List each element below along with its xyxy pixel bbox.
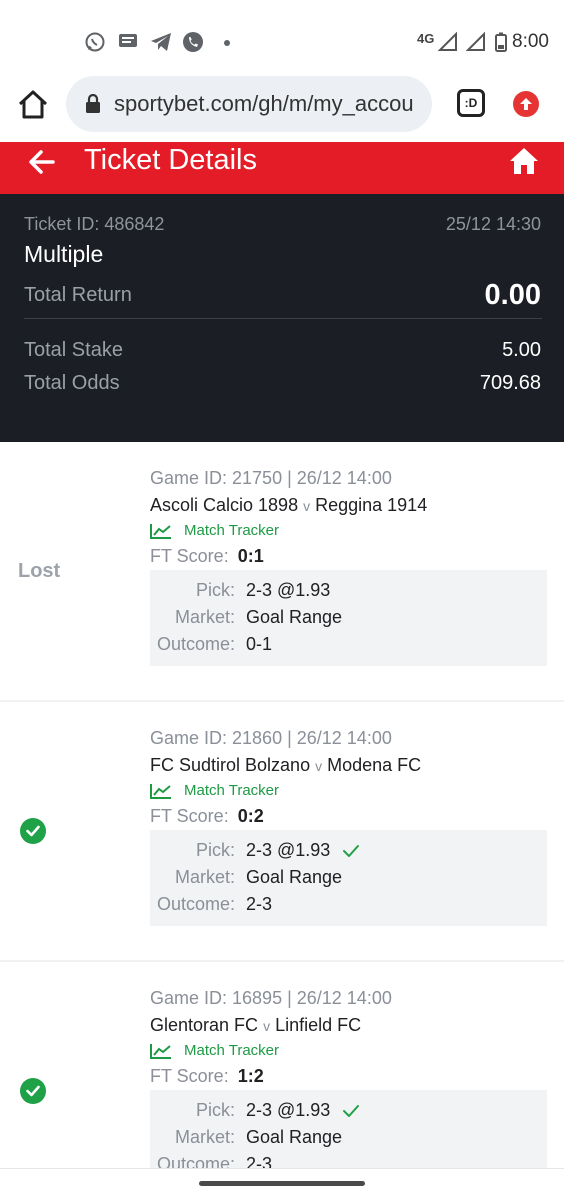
outcome-label: Outcome:	[156, 894, 235, 914]
match-tracker-link[interactable]: Match Tracker	[150, 782, 279, 799]
match-tracker-link[interactable]: Match Tracker	[150, 1042, 279, 1059]
chart-icon	[150, 1043, 171, 1059]
won-check-icon	[20, 1078, 46, 1104]
match-tracker-label: Match Tracker	[184, 782, 280, 799]
pick-value: 2-3 @1.93	[246, 1100, 331, 1120]
outcome-value: 2-3	[246, 894, 273, 914]
bet-item[interactable]: Game ID: 21860 | 26/12 14:00 FC Sudtirol…	[0, 702, 564, 962]
address-bar[interactable]: sportybet.com/gh/m/my_accou	[66, 76, 432, 132]
match-tracker-link[interactable]: Match Tracker	[150, 522, 279, 539]
tab-switcher-button[interactable]: :D	[457, 89, 485, 117]
match-teams: Ascoli Calcio 1898 v Reggina 1914	[150, 495, 427, 516]
ft-score: FT Score: 0:2	[150, 806, 264, 827]
game-id: Game ID: 16895 | 26/12 14:00	[150, 988, 392, 1008]
vs-label: v	[303, 498, 311, 514]
outcome-label: Outcome:	[156, 634, 235, 654]
pick-value: 2-3 @1.93	[246, 840, 331, 860]
browser-toolbar: sportybet.com/gh/m/my_accou :D	[0, 74, 564, 138]
ticket-id: Ticket ID: 486842	[24, 214, 165, 234]
total-odds-label: Total Odds	[24, 372, 120, 394]
whatsapp-icon	[83, 30, 107, 54]
ft-score-label: FT Score:	[150, 1066, 229, 1086]
pick-won-check-icon	[343, 845, 360, 857]
battery-icon	[489, 30, 513, 54]
ticket-date: 25/12 14:30	[445, 214, 541, 234]
ft-score-value: 1:2	[237, 1066, 264, 1086]
ft-score-value: 0:2	[237, 806, 264, 826]
pick-label: Pick:	[195, 840, 235, 860]
home-team: Glentoran FC	[150, 1015, 259, 1035]
pick-label: Pick:	[195, 580, 235, 600]
ft-score-label: FT Score:	[150, 546, 229, 566]
page-title: Ticket Details	[84, 144, 257, 176]
dot-icon	[224, 40, 230, 46]
ft-score-value: 0:1	[237, 546, 264, 566]
chart-icon	[150, 783, 171, 799]
telegram-icon	[149, 30, 173, 54]
pick-label: Pick:	[195, 1100, 235, 1120]
total-return-value: 0.00	[484, 279, 541, 311]
match-teams: Glentoran FC v Linfield FC	[150, 1015, 361, 1036]
won-check-icon	[20, 818, 46, 844]
outcome-value: 2-3	[246, 1154, 273, 1168]
message-icon	[116, 30, 140, 54]
home-icon[interactable]	[508, 146, 540, 176]
pick-value-row: 2-3 @1.93	[246, 840, 360, 861]
ft-score-label: FT Score:	[150, 806, 229, 826]
pick-details: Pick: 2-3 @1.93 Market: Goal Range Outco…	[150, 1090, 547, 1168]
market-value: Goal Range	[246, 607, 343, 627]
total-odds-value: 709.68	[479, 372, 541, 394]
outcome-label: Outcome:	[156, 1154, 235, 1168]
pick-value: 2-3 @1.93	[246, 580, 331, 600]
chart-icon	[150, 523, 171, 539]
match-tracker-label: Match Tracker	[184, 522, 280, 539]
game-id: Game ID: 21860 | 26/12 14:00	[150, 728, 392, 748]
ft-score: FT Score: 0:1	[150, 546, 264, 567]
clock: 8:00	[512, 31, 549, 52]
vs-label: v	[315, 758, 323, 774]
away-team: Reggina 1914	[315, 495, 428, 515]
bet-item[interactable]: Lost Game ID: 21750 | 26/12 14:00 Ascoli…	[0, 442, 564, 702]
signal-icon	[464, 30, 488, 54]
outcome-value: 0-1	[246, 634, 273, 654]
phone-icon	[181, 30, 205, 54]
home-team: Ascoli Calcio 1898	[150, 495, 299, 515]
app-header: Ticket Details	[0, 142, 564, 194]
signal-icon	[436, 30, 460, 54]
game-id: Game ID: 21750 | 26/12 14:00	[150, 468, 392, 488]
vs-label: v	[263, 1018, 271, 1034]
pick-won-check-icon	[343, 1105, 360, 1117]
ft-score: FT Score: 1:2	[150, 1066, 264, 1087]
away-team: Linfield FC	[275, 1015, 362, 1035]
market-label: Market:	[174, 1127, 235, 1147]
pick-details: Pick: 2-3 @1.93 Market: Goal Range Outco…	[150, 570, 547, 666]
home-team: FC Sudtirol Bolzano	[150, 755, 311, 775]
total-stake-label: Total Stake	[24, 339, 123, 361]
market-label: Market:	[174, 867, 235, 887]
market-value: Goal Range	[246, 1127, 343, 1147]
bet-status-lost: Lost	[18, 560, 61, 582]
away-team: Modena FC	[327, 755, 422, 775]
match-teams: FC Sudtirol Bolzano v Modena FC	[150, 755, 421, 776]
network-type: 4G	[417, 31, 435, 46]
pick-details: Pick: 2-3 @1.93 Market: Goal Range Outco…	[150, 830, 547, 926]
back-arrow-icon[interactable]	[26, 146, 58, 178]
status-bar: 4G 8:00	[0, 0, 564, 84]
pick-value-row: 2-3 @1.93	[246, 1100, 360, 1121]
bet-type: Multiple	[24, 241, 104, 267]
lock-icon	[85, 93, 101, 114]
update-icon[interactable]	[513, 91, 539, 117]
total-stake-value: 5.00	[502, 339, 541, 361]
bet-item[interactable]: Game ID: 16895 | 26/12 14:00 Glentoran F…	[0, 962, 564, 1168]
browser-home-icon[interactable]	[16, 88, 50, 122]
url-text: sportybet.com/gh/m/my_accou	[114, 91, 414, 116]
total-return-label: Total Return	[24, 284, 132, 306]
divider	[24, 318, 542, 319]
ticket-summary: Ticket ID: 486842 25/12 14:30 Multiple T…	[0, 194, 564, 442]
market-label: Market:	[174, 607, 235, 627]
market-value: Goal Range	[246, 867, 343, 887]
match-tracker-label: Match Tracker	[184, 1042, 280, 1059]
gesture-handle[interactable]	[199, 1181, 365, 1186]
